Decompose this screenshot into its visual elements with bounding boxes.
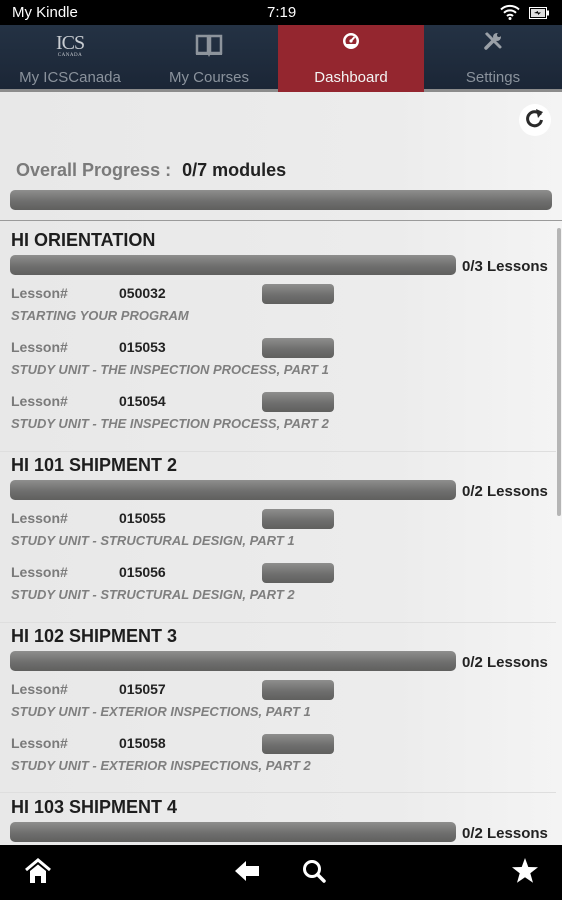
lesson-title: STUDY UNIT - STRUCTURAL DESIGN, PART 1 <box>11 533 295 548</box>
lesson-progress-pill[interactable] <box>262 392 334 412</box>
lesson-title: STUDY UNIT - EXTERIOR INSPECTIONS, PART … <box>11 758 311 773</box>
tab-label: Dashboard <box>314 69 388 86</box>
module-title: HI ORIENTATION <box>11 230 156 250</box>
logo-subtext: CANADA <box>57 52 83 58</box>
lesson-progress-pill[interactable] <box>262 509 334 529</box>
lesson-label: Lesson# <box>11 339 68 355</box>
lesson-title: STUDY UNIT - EXTERIOR INSPECTIONS, PART … <box>11 704 311 719</box>
scrollbar[interactable] <box>557 228 561 516</box>
book-icon <box>140 31 278 59</box>
speedometer-icon <box>278 27 424 55</box>
lesson-number: 015054 <box>119 393 166 409</box>
module-progress-bar <box>10 480 456 500</box>
lesson-number: 050032 <box>119 285 166 301</box>
lesson-title: STUDY UNIT - STRUCTURAL DESIGN, PART 2 <box>11 587 295 602</box>
lesson-label: Lesson# <box>11 681 68 697</box>
lesson-number: 015058 <box>119 735 166 751</box>
lesson-item[interactable]: Lesson# 050032 STARTING YOUR PROGRAM <box>0 284 562 339</box>
tab-my-courses[interactable]: My Courses <box>140 25 278 89</box>
lesson-label: Lesson# <box>11 285 68 301</box>
lesson-number: 015055 <box>119 510 166 526</box>
battery-charging-icon <box>529 6 549 19</box>
module-progress-bar <box>10 651 456 671</box>
module-progress-bar <box>10 822 456 842</box>
tab-label: My ICSCanada <box>19 69 121 86</box>
tools-icon <box>424 27 562 55</box>
lesson-item[interactable]: Lesson# 015055 STUDY UNIT - STRUCTURAL D… <box>0 509 562 564</box>
module-progress-bar <box>10 255 456 275</box>
ics-canada-logo: ICS CANADA <box>0 31 140 59</box>
lesson-title: STUDY UNIT - THE INSPECTION PROCESS, PAR… <box>11 416 329 431</box>
status-bar-title: My Kindle <box>12 4 78 21</box>
module-title: HI 103 SHIPMENT 4 <box>11 797 178 817</box>
lesson-label: Lesson# <box>11 564 68 580</box>
tab-my-icscanada[interactable]: ICS CANADA My ICSCanada <box>0 25 140 89</box>
overall-progress-value: 0/7 modules <box>182 160 287 180</box>
module-lesson-count: 0/2 Lessons <box>462 654 548 671</box>
lesson-item[interactable]: Lesson# 015054 STUDY UNIT - THE INSPECTI… <box>0 392 562 447</box>
lesson-progress-pill[interactable] <box>262 338 334 358</box>
status-bar-clock: 7:19 <box>267 4 297 21</box>
lesson-number: 015053 <box>119 339 166 355</box>
tab-label: My Courses <box>168 69 250 86</box>
search-icon <box>301 858 327 889</box>
lesson-progress-pill[interactable] <box>262 734 334 754</box>
logo-text: ICS <box>55 31 85 54</box>
nav-bar <box>0 845 562 900</box>
favorites-button[interactable] <box>510 857 540 889</box>
back-arrow-icon <box>233 859 261 888</box>
module-lesson-count: 0/2 Lessons <box>462 483 548 500</box>
back-button[interactable] <box>232 859 262 887</box>
refresh-button[interactable] <box>519 104 551 136</box>
dashboard-content: Overall Progress : 0/7 modules HI ORIENT… <box>0 92 562 845</box>
overall-progress: Overall Progress : 0/7 modules <box>16 160 286 181</box>
module-lesson-count: 0/2 Lessons <box>462 825 548 842</box>
lesson-item[interactable]: Lesson# 015053 STUDY UNIT - THE INSPECTI… <box>0 338 562 393</box>
tab-bar: ICS CANADA My ICSCanada My Courses Dashb… <box>0 25 562 92</box>
module-title: HI 101 SHIPMENT 2 <box>11 455 178 475</box>
lesson-progress-pill[interactable] <box>262 284 334 304</box>
lesson-title: STARTING YOUR PROGRAM <box>11 308 189 323</box>
search-button[interactable] <box>299 859 329 887</box>
module-title: HI 102 SHIPMENT 3 <box>11 626 178 646</box>
divider <box>0 451 556 452</box>
lesson-label: Lesson# <box>11 393 68 409</box>
tab-label: Settings <box>465 69 521 86</box>
tab-settings[interactable]: Settings <box>424 25 562 89</box>
refresh-icon <box>524 107 546 134</box>
lesson-progress-pill[interactable] <box>262 563 334 583</box>
lesson-number: 015056 <box>119 564 166 580</box>
star-icon <box>511 857 539 889</box>
home-button[interactable] <box>23 857 53 889</box>
lesson-item[interactable]: Lesson# 015057 STUDY UNIT - EXTERIOR INS… <box>0 680 562 735</box>
divider <box>0 220 562 221</box>
divider <box>0 792 556 793</box>
lesson-item[interactable]: Lesson# 015058 STUDY UNIT - EXTERIOR INS… <box>0 734 562 789</box>
lesson-number: 015057 <box>119 681 166 697</box>
wifi-icon <box>500 4 520 20</box>
module-lesson-count: 0/3 Lessons <box>462 258 548 275</box>
home-icon <box>24 857 52 889</box>
overall-progress-label: Overall Progress : <box>16 160 172 180</box>
lesson-label: Lesson# <box>11 510 68 526</box>
lesson-title: STUDY UNIT - THE INSPECTION PROCESS, PAR… <box>11 362 329 377</box>
overall-progress-bar <box>10 190 552 210</box>
status-bar: My Kindle 7:19 <box>0 0 562 25</box>
lesson-progress-pill[interactable] <box>262 680 334 700</box>
lesson-label: Lesson# <box>11 735 68 751</box>
tab-dashboard[interactable]: Dashboard <box>278 25 424 92</box>
divider <box>0 622 556 623</box>
lesson-item[interactable]: Lesson# 015056 STUDY UNIT - STRUCTURAL D… <box>0 563 562 618</box>
